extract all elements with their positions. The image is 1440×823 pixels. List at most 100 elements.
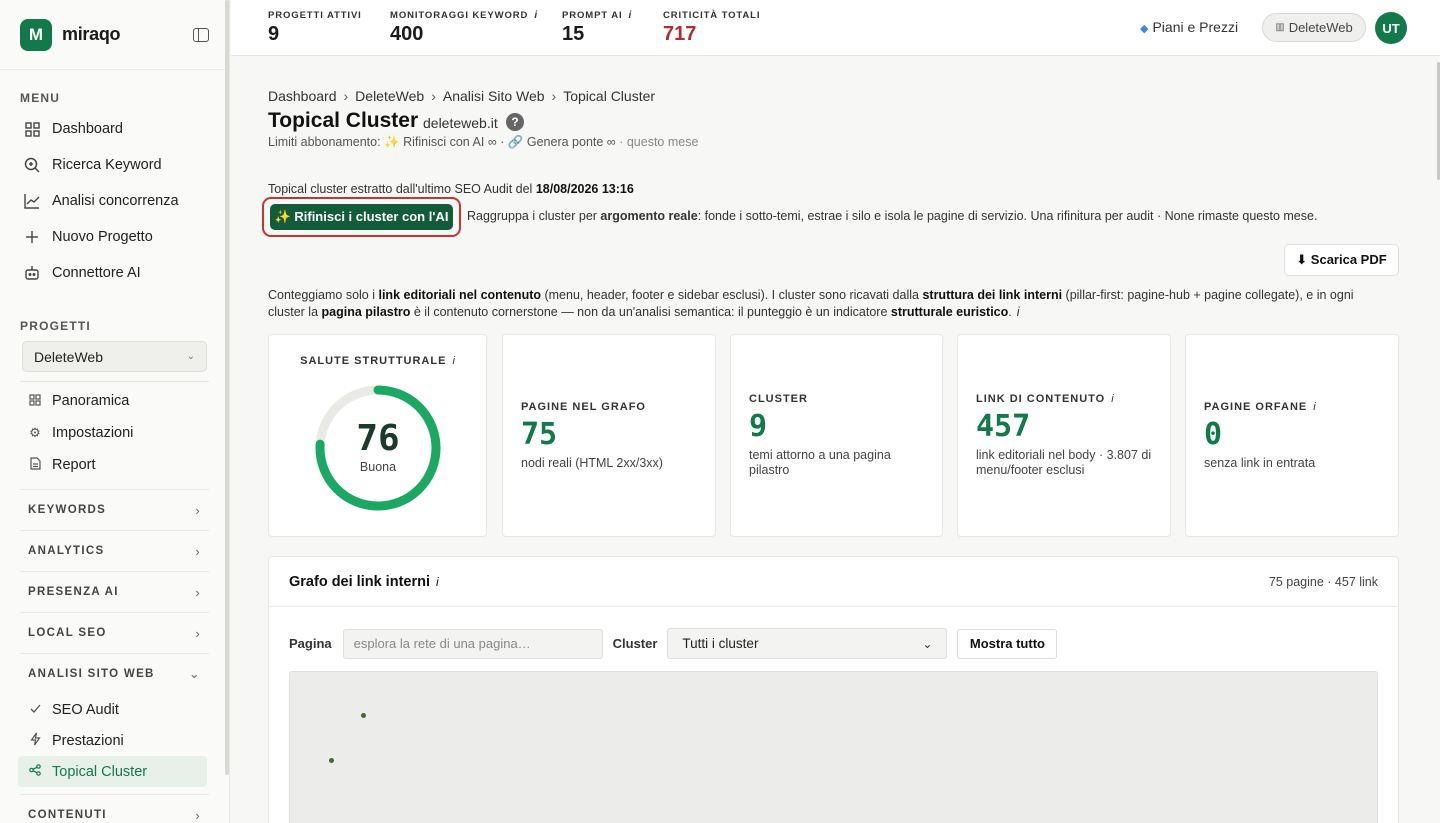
- card-label: PAGINE NEL GRAFO: [521, 401, 646, 413]
- info-icon[interactable]: i: [1111, 393, 1114, 405]
- breadcrumb-separator: ›: [551, 88, 557, 104]
- subscription-limits: Limiti abbonamento: ✨ Rifinisci con AI ∞…: [268, 135, 699, 149]
- group-analisi-sito-web[interactable]: ANALISI SITO WEB ⌄: [20, 653, 209, 694]
- group-local-seo[interactable]: LOCAL SEO ›: [20, 612, 209, 653]
- robot-icon: [24, 265, 40, 281]
- avatar[interactable]: UT: [1375, 12, 1407, 44]
- sidebar-item-label: Dashboard: [52, 121, 123, 137]
- graph-node[interactable]: [361, 713, 366, 718]
- sidebar-item-label: Analisi concorrenza: [52, 193, 179, 209]
- group-label: PRESENZA AI: [28, 586, 119, 598]
- refine-ai-button[interactable]: ✨ Rifinisci i cluster con l'AI: [270, 204, 453, 230]
- download-pdf-button[interactable]: ⬇ Scarica PDF: [1284, 244, 1399, 276]
- sidebar-item-label: Nuovo Progetto: [52, 229, 153, 245]
- extraction-info: Topical cluster estratto dall'ultimo SEO…: [268, 182, 634, 196]
- card-salute-strutturale: SALUTE STRUTTURALE i 76 Buona: [268, 334, 487, 537]
- card-label: PAGINE ORFANE i: [1204, 401, 1317, 413]
- sidebar-item-analisi-concorrenza[interactable]: Analisi concorrenza: [0, 183, 229, 219]
- graph-meta: 75 pagine · 457 link: [1268, 574, 1378, 589]
- card-pagine-nel-grafo: PAGINE NEL GRAFO 75 nodi reali (HTML 2xx…: [502, 334, 716, 537]
- card-subtext: link editoriali nel body · 3.807 di menu…: [976, 448, 1152, 477]
- sidebar-item-seo-audit[interactable]: SEO Audit: [0, 694, 229, 725]
- card-value: 75: [521, 417, 558, 452]
- stat-monitoraggi-keyword: MONITORAGGI KEYWORD i 400: [390, 10, 538, 46]
- sidebar-item-prestazioni[interactable]: Prestazioni: [0, 725, 229, 756]
- sidebar-item-report[interactable]: Report: [0, 449, 229, 481]
- share-nodes-icon: [28, 764, 42, 779]
- card-subtext: temi attorno a una pagina pilastro: [749, 448, 891, 477]
- group-keywords[interactable]: KEYWORDS ›: [20, 489, 209, 530]
- chevron-right-icon: ›: [195, 625, 201, 641]
- project-select[interactable]: DeleteWeb ⌄: [22, 341, 207, 372]
- group-label: ANALYTICS: [28, 545, 105, 557]
- chevron-right-icon: ›: [195, 807, 201, 823]
- document-icon: [28, 457, 42, 473]
- group-label: LOCAL SEO: [28, 627, 107, 639]
- building-icon: ▥: [1275, 22, 1285, 33]
- graph-node[interactable]: [329, 758, 334, 763]
- sidebar-item-dashboard[interactable]: Dashboard: [0, 111, 229, 147]
- project-select-value: DeleteWeb: [34, 348, 104, 365]
- group-label: KEYWORDS: [28, 504, 107, 516]
- gem-icon: ◆: [1140, 23, 1149, 35]
- sidebar-item-impostazioni[interactable]: ⚙ Impostazioni: [0, 417, 229, 449]
- chart-line-icon: [24, 193, 40, 209]
- sidebar-item-label: Topical Cluster: [52, 763, 148, 780]
- cluster-select[interactable]: Tutti i cluster ⌄: [667, 628, 948, 659]
- plus-icon: [24, 229, 40, 245]
- panel-title: Grafo dei link interni i: [289, 573, 439, 590]
- chevron-right-icon: ›: [195, 543, 201, 559]
- card-subtext: senza link in entrata: [1204, 456, 1316, 470]
- info-icon[interactable]: i: [1313, 401, 1316, 413]
- show-all-button[interactable]: Mostra tutto: [957, 628, 1058, 659]
- info-icon[interactable]: i: [1017, 305, 1020, 319]
- sidebar-item-panoramica[interactable]: Panoramica: [0, 385, 229, 417]
- help-icon[interactable]: ?: [506, 113, 524, 131]
- card-label: LINK DI CONTENUTO i: [976, 393, 1115, 405]
- stat-value: 400: [390, 23, 424, 45]
- page-domain: deleteweb.it: [423, 115, 498, 131]
- sidebar-toggle-icon[interactable]: [193, 27, 209, 42]
- page-search-input[interactable]: esplora la rete di una pagina…: [342, 628, 603, 659]
- lightning-icon: [28, 732, 42, 749]
- pricing-link[interactable]: ◆ Piani e Prezzi: [1140, 19, 1238, 35]
- stat-progetti-attivi: PROGETTI ATTIVI 9: [268, 10, 362, 46]
- sidebar-item-nuovo-progetto[interactable]: Nuovo Progetto: [0, 219, 229, 255]
- workspace-chip[interactable]: ▥ DeleteWeb: [1262, 13, 1366, 42]
- info-icon[interactable]: i: [534, 10, 538, 21]
- menu-label: MENU: [20, 91, 61, 105]
- stat-label: MONITORAGGI KEYWORD i: [390, 10, 539, 21]
- stat-prompt-ai: PROMPT AI i 15: [562, 10, 632, 46]
- group-contenuti[interactable]: CONTENUTI ›: [20, 794, 209, 823]
- card-pagine-orfane: PAGINE ORFANE i 0 senza link in entrata: [1185, 334, 1399, 537]
- sidebar-item-ricerca-keyword[interactable]: Ricerca Keyword: [0, 147, 229, 183]
- brand-name[interactable]: miraqo: [62, 24, 121, 45]
- breadcrumb-item[interactable]: Dashboard: [268, 88, 337, 104]
- card-label: SALUTE STRUTTURALE i: [300, 355, 456, 367]
- breadcrumb-item: Topical Cluster: [563, 88, 656, 104]
- group-analytics[interactable]: ANALYTICS ›: [20, 530, 209, 571]
- card-subtext: Buona: [359, 460, 397, 474]
- group-label: ANALISI SITO WEB: [28, 668, 155, 680]
- stat-value: 717: [663, 23, 697, 45]
- group-label: CONTENUTI: [28, 809, 107, 821]
- sidebar-scrollbar[interactable]: [225, 0, 229, 775]
- card-link-di-contenuto: LINK DI CONTENUTO i 457 link editoriali n…: [957, 334, 1171, 537]
- group-presenza-ai[interactable]: PRESENZA AI ›: [20, 571, 209, 612]
- refine-highlight: ✨ Rifinisci i cluster con l'AI: [262, 197, 461, 237]
- info-icon[interactable]: i: [629, 10, 633, 21]
- main-content: Dashboard › DeleteWeb › Analisi Sito Web › Top…: [231, 56, 1428, 823]
- info-icon[interactable]: i: [452, 355, 455, 367]
- graph-canvas[interactable]: [289, 671, 1378, 823]
- sidebar-item-connettore-ai[interactable]: Connettore AI: [0, 255, 229, 291]
- chevron-right-icon: ›: [195, 584, 201, 600]
- sidebar-item-label: Connettore AI: [52, 265, 141, 281]
- page-title: Topical Cluster: [268, 109, 419, 132]
- breadcrumb-item[interactable]: DeleteWeb: [355, 88, 424, 104]
- sidebar-item-topical-cluster[interactable]: Topical Cluster: [18, 756, 207, 787]
- breadcrumb-item[interactable]: Analisi Sito Web: [443, 88, 545, 104]
- info-icon[interactable]: i: [436, 575, 439, 589]
- gear-icon: ⚙: [29, 425, 41, 440]
- card-subtext: nodi reali (HTML 2xx/3xx): [521, 456, 663, 470]
- logo-icon[interactable]: M: [20, 18, 52, 51]
